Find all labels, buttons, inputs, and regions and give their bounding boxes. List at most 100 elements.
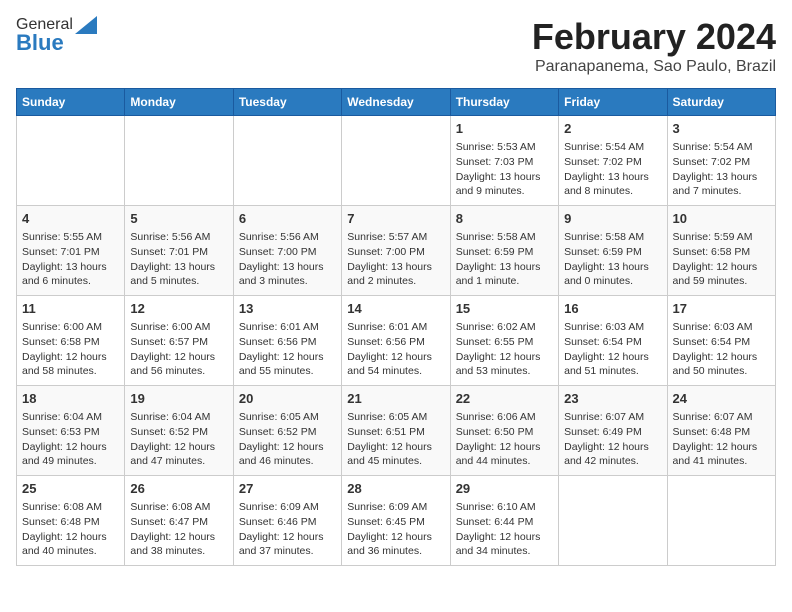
day-number: 14	[347, 300, 444, 318]
calendar-day-cell: 23 Sunrise: 6:07 AM Sunset: 6:49 PM Dayli…	[559, 386, 667, 476]
calendar-day-cell: 11Sunrise: 6:00 AM Sunset: 6:58 PM Dayli…	[17, 296, 125, 386]
weekday-header: Tuesday	[233, 89, 341, 116]
day-number: 21	[347, 390, 444, 408]
day-detail: Sunrise: 5:54 AM Sunset: 7:02 PM Dayligh…	[673, 140, 770, 199]
day-number: 20	[239, 390, 336, 408]
day-detail: Sunrise: 6:01 AM Sunset: 6:56 PM Dayligh…	[239, 320, 336, 379]
day-number: 4	[22, 210, 119, 228]
day-detail: Sunrise: 6:03 AM Sunset: 6:54 PM Dayligh…	[564, 320, 661, 379]
day-number: 3	[673, 120, 770, 138]
calendar-day-cell: 1 Sunrise: 5:53 AM Sunset: 7:03 PM Daylig…	[450, 116, 558, 206]
day-number: 22	[456, 390, 553, 408]
day-number: 7	[347, 210, 444, 228]
calendar-day-cell	[667, 476, 775, 566]
calendar-day-cell: 10Sunrise: 5:59 AM Sunset: 6:58 PM Dayli…	[667, 206, 775, 296]
day-detail: Sunrise: 6:04 AM Sunset: 6:53 PM Dayligh…	[22, 410, 119, 469]
day-detail: Sunrise: 6:09 AM Sunset: 6:46 PM Dayligh…	[239, 500, 336, 559]
day-number: 8	[456, 210, 553, 228]
weekday-header: Monday	[125, 89, 233, 116]
day-detail: Sunrise: 5:53 AM Sunset: 7:03 PM Dayligh…	[456, 140, 553, 199]
calendar-day-cell: 6 Sunrise: 5:56 AM Sunset: 7:00 PM Daylig…	[233, 206, 341, 296]
calendar-day-cell: 13 Sunrise: 6:01 AM Sunset: 6:56 PM Dayli…	[233, 296, 341, 386]
calendar-week-row: 11Sunrise: 6:00 AM Sunset: 6:58 PM Dayli…	[17, 296, 776, 386]
calendar-day-cell: 17 Sunrise: 6:03 AM Sunset: 6:54 PM Dayli…	[667, 296, 775, 386]
day-number: 2	[564, 120, 661, 138]
day-detail: Sunrise: 6:09 AM Sunset: 6:45 PM Dayligh…	[347, 500, 444, 559]
calendar-day-cell	[125, 116, 233, 206]
day-detail: Sunrise: 5:56 AM Sunset: 7:01 PM Dayligh…	[130, 230, 227, 289]
calendar-day-cell: 28 Sunrise: 6:09 AM Sunset: 6:45 PM Dayli…	[342, 476, 450, 566]
day-number: 1	[456, 120, 553, 138]
day-number: 24	[673, 390, 770, 408]
day-number: 16	[564, 300, 661, 318]
day-number: 26	[130, 480, 227, 498]
calendar-day-cell: 26 Sunrise: 6:08 AM Sunset: 6:47 PM Dayli…	[125, 476, 233, 566]
calendar-day-cell: 9Sunrise: 5:58 AM Sunset: 6:59 PM Daylig…	[559, 206, 667, 296]
day-detail: Sunrise: 5:58 AM Sunset: 6:59 PM Dayligh…	[456, 230, 553, 289]
weekday-header: Friday	[559, 89, 667, 116]
day-number: 13	[239, 300, 336, 318]
day-detail: Sunrise: 6:10 AM Sunset: 6:44 PM Dayligh…	[456, 500, 553, 559]
calendar-table: SundayMondayTuesdayWednesdayThursdayFrid…	[16, 88, 776, 566]
weekday-header: Thursday	[450, 89, 558, 116]
calendar-day-cell: 5 Sunrise: 5:56 AM Sunset: 7:01 PM Daylig…	[125, 206, 233, 296]
day-number: 6	[239, 210, 336, 228]
logo-icon	[75, 16, 97, 34]
day-number: 27	[239, 480, 336, 498]
day-number: 17	[673, 300, 770, 318]
day-number: 9	[564, 210, 661, 228]
calendar-day-cell: 19Sunrise: 6:04 AM Sunset: 6:52 PM Dayli…	[125, 386, 233, 476]
day-number: 28	[347, 480, 444, 498]
day-number: 15	[456, 300, 553, 318]
calendar-day-cell: 22 Sunrise: 6:06 AM Sunset: 6:50 PM Dayli…	[450, 386, 558, 476]
day-number: 10	[673, 210, 770, 228]
day-number: 11	[22, 300, 119, 318]
day-detail: Sunrise: 5:57 AM Sunset: 7:00 PM Dayligh…	[347, 230, 444, 289]
calendar-week-row: 25 Sunrise: 6:08 AM Sunset: 6:48 PM Dayli…	[17, 476, 776, 566]
day-detail: Sunrise: 6:07 AM Sunset: 6:48 PM Dayligh…	[673, 410, 770, 469]
calendar-day-cell: 7 Sunrise: 5:57 AM Sunset: 7:00 PM Daylig…	[342, 206, 450, 296]
page-header: General Blue February 2024 Paranapanema,…	[16, 16, 776, 76]
day-number: 12	[130, 300, 227, 318]
calendar-day-cell	[342, 116, 450, 206]
day-detail: Sunrise: 6:05 AM Sunset: 6:51 PM Dayligh…	[347, 410, 444, 469]
calendar-day-cell: 4 Sunrise: 5:55 AM Sunset: 7:01 PM Daylig…	[17, 206, 125, 296]
weekday-header: Saturday	[667, 89, 775, 116]
day-number: 23	[564, 390, 661, 408]
day-number: 19	[130, 390, 227, 408]
day-number: 5	[130, 210, 227, 228]
calendar-day-cell: 29 Sunrise: 6:10 AM Sunset: 6:44 PM Dayli…	[450, 476, 558, 566]
calendar-day-cell: 20Sunrise: 6:05 AM Sunset: 6:52 PM Dayli…	[233, 386, 341, 476]
calendar-week-row: 1 Sunrise: 5:53 AM Sunset: 7:03 PM Daylig…	[17, 116, 776, 206]
page-title: February 2024	[532, 16, 776, 58]
calendar-day-cell	[17, 116, 125, 206]
day-detail: Sunrise: 5:55 AM Sunset: 7:01 PM Dayligh…	[22, 230, 119, 289]
calendar-week-row: 4 Sunrise: 5:55 AM Sunset: 7:01 PM Daylig…	[17, 206, 776, 296]
calendar-day-cell	[233, 116, 341, 206]
calendar-day-cell: 2 Sunrise: 5:54 AM Sunset: 7:02 PM Daylig…	[559, 116, 667, 206]
calendar-day-cell: 12Sunrise: 6:00 AM Sunset: 6:57 PM Dayli…	[125, 296, 233, 386]
calendar-day-cell: 8 Sunrise: 5:58 AM Sunset: 6:59 PM Daylig…	[450, 206, 558, 296]
calendar-day-cell: 24 Sunrise: 6:07 AM Sunset: 6:48 PM Dayli…	[667, 386, 775, 476]
calendar-day-cell: 25 Sunrise: 6:08 AM Sunset: 6:48 PM Dayli…	[17, 476, 125, 566]
day-detail: Sunrise: 6:08 AM Sunset: 6:47 PM Dayligh…	[130, 500, 227, 559]
calendar-day-cell: 21 Sunrise: 6:05 AM Sunset: 6:51 PM Dayli…	[342, 386, 450, 476]
day-number: 25	[22, 480, 119, 498]
title-block: February 2024 Paranapanema, Sao Paulo, B…	[532, 16, 776, 76]
day-number: 29	[456, 480, 553, 498]
day-detail: Sunrise: 6:06 AM Sunset: 6:50 PM Dayligh…	[456, 410, 553, 469]
day-detail: Sunrise: 6:03 AM Sunset: 6:54 PM Dayligh…	[673, 320, 770, 379]
calendar-day-cell: 3 Sunrise: 5:54 AM Sunset: 7:02 PM Daylig…	[667, 116, 775, 206]
header-row: SundayMondayTuesdayWednesdayThursdayFrid…	[17, 89, 776, 116]
page-subtitle: Paranapanema, Sao Paulo, Brazil	[532, 58, 776, 76]
calendar-day-cell	[559, 476, 667, 566]
day-detail: Sunrise: 5:54 AM Sunset: 7:02 PM Dayligh…	[564, 140, 661, 199]
calendar-week-row: 18Sunrise: 6:04 AM Sunset: 6:53 PM Dayli…	[17, 386, 776, 476]
day-detail: Sunrise: 6:07 AM Sunset: 6:49 PM Dayligh…	[564, 410, 661, 469]
calendar-day-cell: 16 Sunrise: 6:03 AM Sunset: 6:54 PM Dayli…	[559, 296, 667, 386]
logo-blue-text: Blue	[16, 30, 64, 56]
day-detail: Sunrise: 5:56 AM Sunset: 7:00 PM Dayligh…	[239, 230, 336, 289]
day-detail: Sunrise: 6:02 AM Sunset: 6:55 PM Dayligh…	[456, 320, 553, 379]
day-detail: Sunrise: 6:08 AM Sunset: 6:48 PM Dayligh…	[22, 500, 119, 559]
calendar-day-cell: 27 Sunrise: 6:09 AM Sunset: 6:46 PM Dayli…	[233, 476, 341, 566]
